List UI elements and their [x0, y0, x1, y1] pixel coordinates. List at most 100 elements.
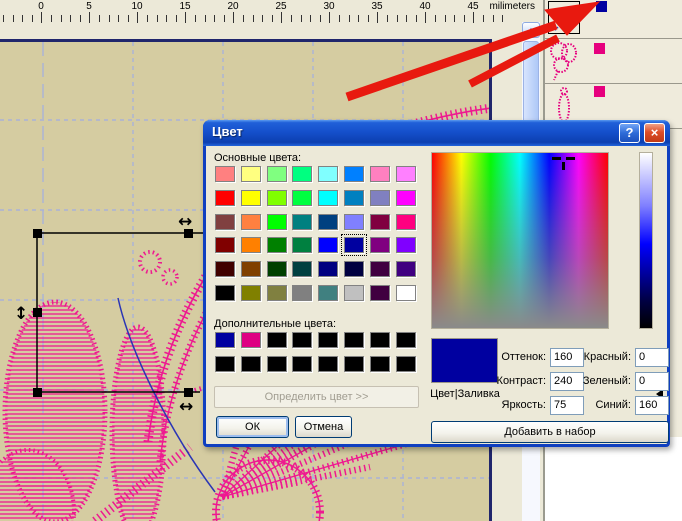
custom-color-swatch[interactable]: [344, 332, 364, 348]
basic-color-swatch[interactable]: [267, 285, 287, 301]
basic-color-swatch[interactable]: [267, 214, 287, 230]
ruler-tick: [243, 15, 244, 22]
custom-color-swatch[interactable]: [318, 332, 338, 348]
basic-color-swatch[interactable]: [318, 261, 338, 277]
custom-color-swatch[interactable]: [370, 332, 390, 348]
custom-color-swatch[interactable]: [396, 356, 416, 372]
ruler-number: 15: [179, 1, 190, 12]
basic-color-swatch[interactable]: [241, 214, 261, 230]
hue-saturation-field[interactable]: [431, 152, 609, 329]
scrollbar-up-button[interactable]: ▲: [522, 22, 540, 38]
basic-color-swatch[interactable]: [318, 285, 338, 301]
ruler-number: 20: [227, 1, 238, 12]
blue-field[interactable]: 160: [635, 396, 669, 415]
custom-color-swatch[interactable]: [318, 356, 338, 372]
ruler-tick: [128, 15, 129, 22]
basic-color-swatch[interactable]: [241, 190, 261, 206]
basic-color-swatch[interactable]: [370, 214, 390, 230]
basic-color-swatch[interactable]: [370, 285, 390, 301]
dialog-title-bar[interactable]: Цвет ? ×: [203, 120, 670, 146]
ruler-tick: [329, 12, 330, 23]
basic-color-swatch[interactable]: [267, 166, 287, 182]
custom-color-swatch[interactable]: [292, 332, 312, 348]
blue-label: Синий:: [569, 399, 631, 411]
basic-color-swatch[interactable]: [292, 214, 312, 230]
object-row-2[interactable]: [545, 39, 682, 84]
ruler-tick: [301, 15, 302, 22]
basic-color-swatch[interactable]: [267, 190, 287, 206]
ruler-tick: [32, 15, 33, 22]
ok-button[interactable]: ОК: [216, 416, 289, 438]
basic-color-swatch[interactable]: [267, 261, 287, 277]
basic-color-swatch[interactable]: [370, 166, 390, 182]
basic-color-swatch[interactable]: [241, 237, 261, 253]
custom-color-swatch[interactable]: [267, 332, 287, 348]
basic-color-swatch[interactable]: [344, 237, 364, 253]
basic-color-swatch[interactable]: [318, 214, 338, 230]
basic-color-swatch[interactable]: [267, 237, 287, 253]
basic-color-swatch[interactable]: [292, 237, 312, 253]
basic-color-swatch[interactable]: [396, 190, 416, 206]
basic-color-swatch[interactable]: [370, 261, 390, 277]
basic-color-swatch[interactable]: [396, 214, 416, 230]
basic-color-swatch[interactable]: [215, 237, 235, 253]
ruler-tick: [435, 15, 436, 22]
object-color-chip[interactable]: [596, 1, 607, 12]
basic-color-swatch[interactable]: [318, 237, 338, 253]
custom-color-swatch[interactable]: [344, 356, 364, 372]
custom-color-swatch[interactable]: [241, 356, 261, 372]
basic-color-swatch[interactable]: [344, 285, 364, 301]
basic-color-swatch[interactable]: [215, 166, 235, 182]
custom-color-swatch[interactable]: [215, 332, 235, 348]
cancel-button[interactable]: Отмена: [295, 416, 352, 438]
close-button[interactable]: ×: [644, 123, 665, 143]
basic-color-swatch[interactable]: [292, 166, 312, 182]
basic-color-swatch[interactable]: [292, 261, 312, 277]
basic-color-swatch[interactable]: [344, 166, 364, 182]
basic-color-swatch[interactable]: [396, 261, 416, 277]
basic-color-swatch[interactable]: [292, 190, 312, 206]
basic-color-swatch[interactable]: [344, 190, 364, 206]
object-row-1[interactable]: [545, 0, 682, 39]
custom-color-swatch[interactable]: [267, 356, 287, 372]
brightness-label: Яркость:: [484, 399, 546, 411]
ruler-number: 30: [323, 1, 334, 12]
ruler-tick: [406, 15, 407, 22]
color-crosshair: [566, 157, 575, 160]
basic-color-swatch[interactable]: [370, 190, 390, 206]
basic-color-swatch[interactable]: [318, 190, 338, 206]
basic-color-swatch[interactable]: [318, 166, 338, 182]
custom-color-swatch[interactable]: [396, 332, 416, 348]
ruler-tick: [80, 15, 81, 22]
basic-color-swatch[interactable]: [215, 214, 235, 230]
basic-color-swatch[interactable]: [241, 166, 261, 182]
basic-color-swatch[interactable]: [215, 261, 235, 277]
custom-color-swatch[interactable]: [241, 332, 261, 348]
basic-color-swatch[interactable]: [292, 285, 312, 301]
ruler-tick: [3, 15, 4, 22]
basic-color-swatch[interactable]: [396, 166, 416, 182]
add-to-custom-button[interactable]: Добавить в набор: [431, 421, 669, 443]
basic-color-swatch[interactable]: [396, 237, 416, 253]
object-color-chip[interactable]: [594, 86, 605, 97]
basic-color-swatch[interactable]: [396, 285, 416, 301]
help-button[interactable]: ?: [619, 123, 640, 143]
ruler-number: 35: [371, 1, 382, 12]
basic-color-swatch[interactable]: [215, 190, 235, 206]
object-color-chip[interactable]: [594, 43, 605, 54]
custom-color-swatch[interactable]: [292, 356, 312, 372]
basic-color-swatch[interactable]: [215, 285, 235, 301]
ruler-tick: [233, 12, 234, 23]
basic-color-swatch[interactable]: [344, 261, 364, 277]
green-field[interactable]: 0: [635, 372, 669, 391]
custom-color-swatch[interactable]: [370, 356, 390, 372]
basic-color-swatch[interactable]: [241, 261, 261, 277]
red-field[interactable]: 0: [635, 348, 669, 367]
basic-color-swatch[interactable]: [241, 285, 261, 301]
luminance-slider[interactable]: [639, 152, 653, 329]
basic-color-swatch[interactable]: [344, 214, 364, 230]
ruler-tick: [224, 15, 225, 22]
basic-color-swatch[interactable]: [370, 237, 390, 253]
custom-color-swatch[interactable]: [215, 356, 235, 372]
ruler-tick: [377, 12, 378, 23]
